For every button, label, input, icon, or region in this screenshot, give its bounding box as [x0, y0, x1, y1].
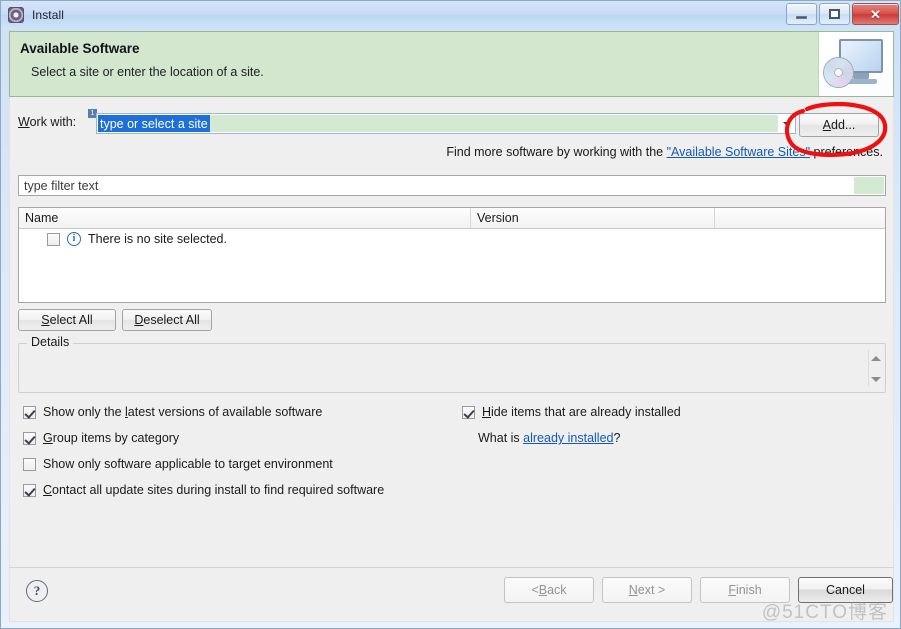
opt4-after: ontact all update sites during install t… [52, 483, 385, 497]
chevron-down-icon[interactable] [778, 114, 795, 133]
minimize-icon [796, 15, 807, 19]
page-subtitle: Select a site or enter the location of a… [31, 65, 264, 79]
minimize-button[interactable] [786, 3, 817, 25]
checkbox-contact-all-update-sites[interactable] [23, 483, 36, 497]
work-with-label: Work with: [18, 115, 76, 129]
filter-field-accent [854, 177, 884, 194]
back-label: ack [547, 583, 567, 597]
what-is-already-installed: What is already installed? [478, 431, 620, 445]
scroll-up-icon[interactable] [870, 356, 881, 361]
table-header: Name Version [19, 208, 885, 229]
option-contact-all-update-sites[interactable]: Contact all update sites during install … [23, 483, 384, 497]
what-is-after: ? [613, 431, 621, 445]
row-name-cell: There is no site selected. [88, 232, 227, 246]
opt3-after: how only software applicable to target e… [51, 457, 333, 471]
available-software-sites-link[interactable]: "Available Software Sites" [667, 145, 810, 159]
monitor-cd-icon [818, 32, 893, 96]
opt1-before: Show only the [43, 405, 125, 419]
checkbox-hide-installed[interactable] [462, 405, 475, 419]
back-button[interactable]: < Back [504, 577, 594, 603]
help-question-icon[interactable]: ? [26, 580, 48, 602]
window-title: Install [32, 8, 65, 22]
finish-mnemonic: F [728, 583, 736, 597]
wizard-banner: Available Software Select a site or ente… [9, 31, 894, 97]
table-row[interactable]: i There is no site selected. [19, 229, 885, 249]
finish-label: inish [735, 583, 762, 597]
watermark: @51CTO博客 [761, 602, 888, 623]
select-all-label: elect All [49, 313, 93, 327]
info-icon: i [67, 232, 81, 246]
add-button[interactable]: Add... [799, 113, 879, 137]
add-button-label: dd... [831, 118, 856, 132]
dialog-body: Work with: 1 type or select a site Find … [9, 97, 894, 567]
filter-placeholder: type filter text [24, 178, 99, 193]
checkbox-show-latest-versions[interactable] [23, 405, 36, 419]
details-group: Details [18, 335, 886, 393]
opt2-after: roup items by category [52, 431, 180, 445]
option-hide-installed[interactable]: Hide items that are already installed [462, 405, 681, 419]
checkbox-applicable-to-target[interactable] [23, 457, 36, 471]
cd-icon [824, 58, 853, 87]
opt4-mnemonic: C [43, 483, 53, 497]
window-controls: ✕ [786, 3, 899, 25]
opt2-mnemonic: G [43, 431, 53, 445]
option-applicable-to-target[interactable]: Show only software applicable to target … [23, 457, 333, 471]
work-with-label-rest: ork with: [29, 115, 77, 129]
deselect-all-label: eselect All [143, 313, 200, 327]
maximize-icon [829, 9, 840, 19]
column-header-name[interactable]: Name [19, 208, 471, 228]
option-group-by-category[interactable]: Group items by category [23, 431, 179, 445]
add-button-mnemonic: A [822, 118, 831, 132]
next-mnemonic: N [628, 583, 638, 597]
maximize-button[interactable] [819, 3, 850, 25]
install-gear-icon [8, 7, 24, 23]
checkbox-group-by-category[interactable] [23, 431, 36, 445]
details-scrollbar[interactable] [869, 356, 882, 382]
work-with-combo[interactable]: type or select a site [96, 113, 796, 134]
title-bar: Install ✕ [1, 1, 900, 29]
what-is-before: What is [478, 431, 524, 445]
opt5-after: ide items that are already installed [491, 405, 681, 419]
row-checkbox[interactable] [47, 232, 60, 246]
close-button[interactable]: ✕ [852, 3, 899, 25]
select-all-mnemonic: S [41, 313, 50, 327]
opt5-mnemonic: H [482, 405, 492, 419]
find-more-before: Find more software by working with the [446, 145, 667, 159]
deselect-all-mnemonic: D [134, 313, 144, 327]
close-icon: ✕ [870, 6, 881, 22]
back-mnemonic: B [538, 583, 548, 597]
filter-input[interactable]: type filter text [18, 175, 886, 196]
details-legend: Details [27, 335, 74, 349]
next-label: ext > [637, 583, 666, 597]
option-show-latest-versions[interactable]: Show only the latest versions of availab… [23, 405, 322, 419]
install-dialog-window: Install ✕ Available Software Select a si… [0, 0, 901, 629]
software-table[interactable]: Name Version i There is no site selected… [18, 207, 886, 303]
next-button[interactable]: Next > [602, 577, 692, 603]
deselect-all-button[interactable]: Deselect All [122, 309, 212, 331]
work-with-field-fill [209, 115, 778, 132]
find-more-after: preferences. [810, 145, 884, 159]
work-with-selected-text: type or select a site [98, 115, 210, 132]
column-header-extra[interactable] [715, 208, 885, 228]
scroll-down-icon[interactable] [870, 377, 881, 382]
page-title: Available Software [20, 41, 140, 56]
banner-text-block: Available Software Select a site or ente… [10, 32, 264, 96]
column-header-version[interactable]: Version [471, 208, 715, 228]
work-with-mnemonic: W [18, 115, 30, 129]
opt1-after: atest versions of available software [127, 405, 323, 419]
find-more-software-text: Find more software by working with the "… [446, 145, 883, 159]
already-installed-link[interactable]: already installed [523, 431, 613, 445]
select-all-button[interactable]: Select All [18, 309, 116, 331]
back-prefix: < [531, 583, 539, 597]
